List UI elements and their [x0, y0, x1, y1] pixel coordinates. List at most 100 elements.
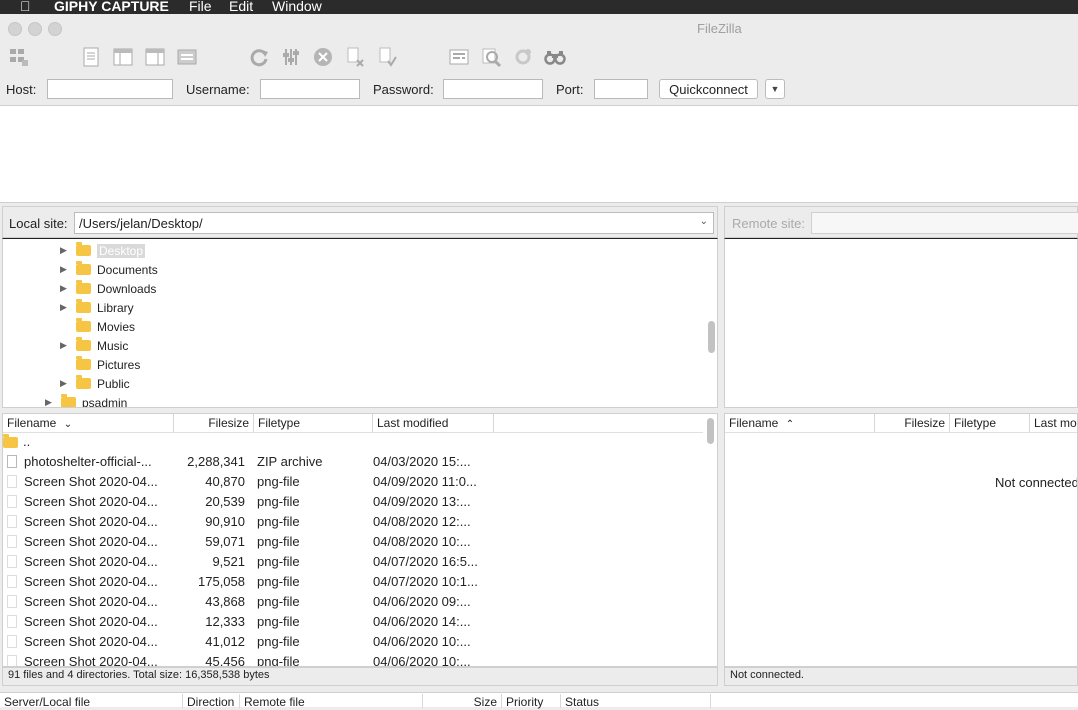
list-item[interactable]: Screen Shot 2020-04... 175,058 png-file …: [3, 572, 703, 592]
tree-item-documents[interactable]: ▶ Documents: [60, 260, 158, 279]
host-label: Host:: [6, 82, 37, 97]
disconnect-icon[interactable]: [342, 44, 368, 70]
folder-icon: [76, 280, 91, 294]
menu-app-name[interactable]: GIPHY CAPTURE: [54, 0, 169, 14]
folder-icon: [76, 242, 91, 256]
toggle-compare-icon[interactable]: [478, 44, 504, 70]
list-item[interactable]: Screen Shot 2020-04... 20,539 png-file 0…: [3, 492, 703, 512]
expand-arrow-icon[interactable]: ▶: [60, 302, 70, 313]
tree-item-library[interactable]: ▶ Library: [60, 298, 134, 317]
png-file-icon: [7, 555, 17, 568]
png-file-icon: [7, 495, 17, 508]
username-input[interactable]: [260, 79, 360, 99]
local-directory-tree[interactable]: ▶ Desktop ▶ Documents ▶ Downloads ▶ Libr…: [2, 238, 718, 408]
folder-icon: [76, 375, 91, 389]
tree-item-psadmin[interactable]: ▶ psadmin: [45, 393, 128, 408]
message-log[interactable]: [0, 105, 1078, 203]
quickconnect-button[interactable]: Quickconnect: [659, 79, 758, 99]
minimize-window-button[interactable]: [28, 22, 42, 36]
png-file-icon: [7, 475, 17, 488]
window-title: FileZilla: [697, 21, 742, 36]
chevron-down-icon[interactable]: ⌄: [700, 216, 708, 227]
menu-edit[interactable]: Edit: [229, 0, 253, 14]
reconnect-icon[interactable]: [374, 44, 400, 70]
tree-item-desktop[interactable]: ▶ Desktop: [60, 241, 146, 260]
host-input[interactable]: [47, 79, 173, 99]
tree-item-music[interactable]: ▶ Music: [60, 336, 128, 355]
apple-icon[interactable]: : [20, 0, 31, 14]
transfer-queue-icon[interactable]: [174, 44, 200, 70]
folder-icon: [76, 337, 91, 351]
file-list-scrollbar[interactable]: [707, 418, 714, 444]
png-file-icon: [7, 535, 17, 548]
site-manager-icon[interactable]: [6, 44, 32, 70]
sort-ascending-icon: ⌃: [785, 419, 795, 430]
list-item[interactable]: photoshelter-official-... 2,288,341 ZIP …: [3, 452, 703, 472]
list-item[interactable]: Screen Shot 2020-04... 40,870 png-file 0…: [3, 472, 703, 492]
column-header-filename[interactable]: Filename ⌄: [3, 414, 174, 432]
remote-directory-tree[interactable]: [724, 238, 1078, 408]
zip-file-icon: [7, 455, 17, 468]
tree-item-public[interactable]: ▶ Public: [60, 374, 130, 393]
toggle-remote-tree-icon[interactable]: [142, 44, 168, 70]
column-header-last-modified[interactable]: Last modified: [373, 414, 494, 432]
local-site-path-combobox[interactable]: /Users/jelan/Desktop/ ⌄: [74, 212, 714, 234]
tree-item-downloads[interactable]: ▶ Downloads: [60, 279, 156, 298]
sync-browsing-icon[interactable]: [510, 44, 536, 70]
password-input[interactable]: [443, 79, 543, 99]
png-file-icon: [7, 635, 17, 648]
close-window-button[interactable]: [8, 22, 22, 36]
menu-window[interactable]: Window: [272, 0, 322, 14]
refresh-icon[interactable]: [246, 44, 272, 70]
list-item[interactable]: Screen Shot 2020-04... 9,521 png-file 04…: [3, 552, 703, 572]
local-site-bar: Local site: /Users/jelan/Desktop/ ⌄: [2, 206, 718, 238]
port-input[interactable]: [594, 79, 648, 99]
list-item[interactable]: Screen Shot 2020-04... 59,071 png-file 0…: [3, 532, 703, 552]
tree-item-movies[interactable]: Movies: [60, 317, 135, 336]
transfer-queue[interactable]: Server/Local file Direction Remote file …: [0, 692, 1078, 709]
tree-item-label: Library: [97, 300, 134, 315]
process-queue-icon[interactable]: [278, 44, 304, 70]
tree-item-label: Public: [97, 376, 130, 391]
list-item[interactable]: Screen Shot 2020-04... 43,868 png-file 0…: [3, 592, 703, 612]
column-header-filetype[interactable]: Filetype: [950, 414, 1030, 432]
tree-scrollbar[interactable]: [708, 321, 715, 353]
port-label: Port:: [556, 82, 584, 97]
quickconnect-bar: Host: Username: Password: Port: Quickcon…: [0, 76, 1078, 104]
expand-arrow-icon[interactable]: ▶: [60, 283, 70, 294]
list-item[interactable]: Screen Shot 2020-04... 90,910 png-file 0…: [3, 512, 703, 532]
column-header-last-modified[interactable]: Last modified: [1030, 414, 1077, 432]
expand-arrow-icon[interactable]: ▶: [60, 378, 70, 389]
local-site-path: /Users/jelan/Desktop/: [79, 216, 203, 231]
list-item[interactable]: ..: [3, 432, 703, 452]
folder-icon: [76, 261, 91, 275]
tree-item-label: Desktop: [97, 243, 146, 258]
cancel-icon[interactable]: [310, 44, 336, 70]
search-icon[interactable]: [542, 44, 568, 70]
menu-file[interactable]: File: [189, 0, 212, 14]
remote-site-path-combobox[interactable]: [811, 212, 1078, 234]
expand-arrow-icon[interactable]: ▶: [60, 245, 70, 256]
zoom-window-button[interactable]: [48, 22, 62, 36]
tree-item-label: psadmin: [82, 395, 128, 408]
column-header-filesize[interactable]: Filesize: [174, 414, 254, 432]
expand-arrow-icon[interactable]: ▶: [60, 264, 70, 275]
expand-arrow-icon[interactable]: ▶: [60, 340, 70, 351]
remote-file-list[interactable]: Filename ⌃ Filesize Filetype Last modifi…: [724, 413, 1078, 668]
folder-icon: [76, 318, 91, 332]
column-header-filetype[interactable]: Filetype: [254, 414, 373, 432]
folder-icon: [76, 356, 91, 370]
list-item[interactable]: Screen Shot 2020-04... 41,012 png-file 0…: [3, 632, 703, 652]
column-header-filename[interactable]: Filename ⌃: [725, 414, 875, 432]
local-file-list[interactable]: Filename ⌄ Filesize Filetype Last modifi…: [2, 413, 718, 668]
list-item[interactable]: Screen Shot 2020-04... 12,333 png-file 0…: [3, 612, 703, 632]
quickconnect-history-button[interactable]: ▼: [765, 79, 785, 99]
remote-site-bar: Remote site:: [724, 206, 1078, 238]
column-header-filesize[interactable]: Filesize: [875, 414, 950, 432]
directory-listing-filter-icon[interactable]: [446, 44, 472, 70]
tree-item-pictures[interactable]: Pictures: [60, 355, 140, 374]
toggle-log-icon[interactable]: [78, 44, 104, 70]
tree-item-label: Documents: [97, 262, 158, 277]
expand-arrow-icon[interactable]: ▶: [45, 397, 55, 407]
toggle-local-tree-icon[interactable]: [110, 44, 136, 70]
